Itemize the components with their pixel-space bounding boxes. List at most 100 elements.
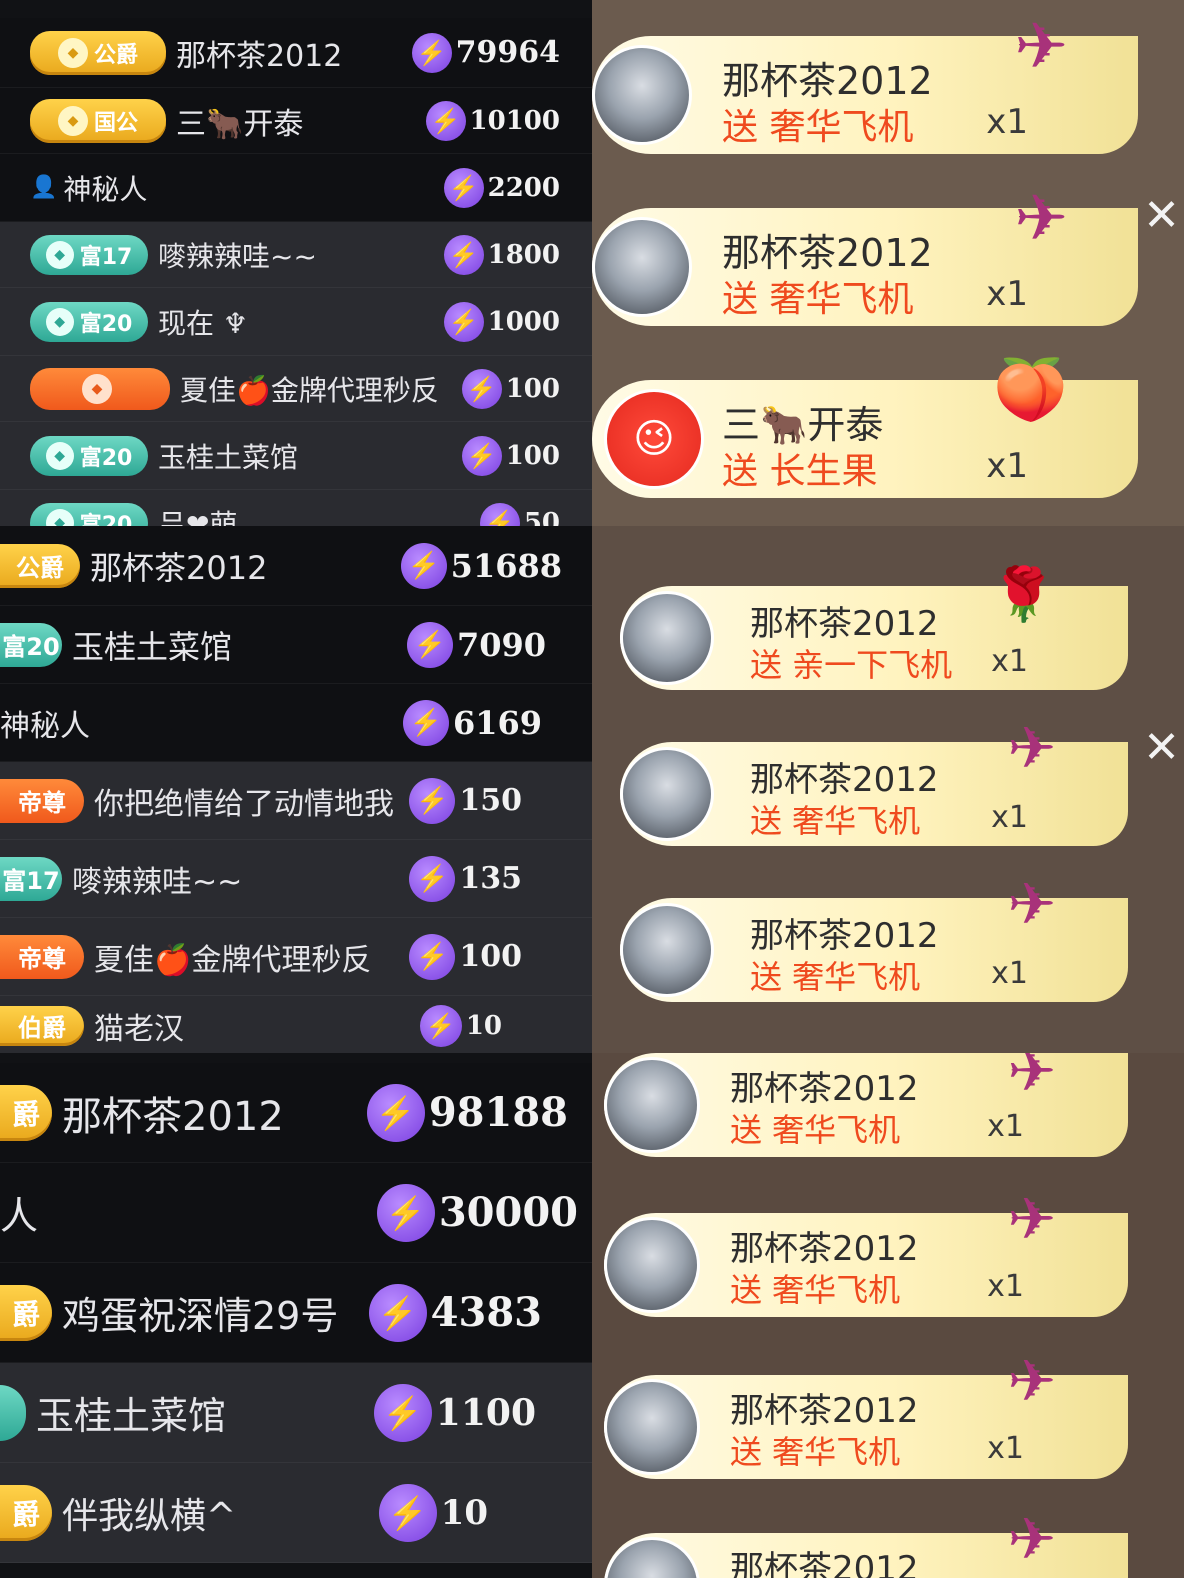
close-icon[interactable]: ✕ — [1143, 722, 1180, 773]
score: ⚡ 100 — [461, 435, 560, 476]
plane-icon: ✈ — [1014, 10, 1068, 84]
bolt-icon: ⚡ — [400, 542, 447, 589]
user-avatar — [592, 45, 692, 145]
gift-card[interactable]: 那杯茶2012 送 亲一下飞机 🌹 x1 — [620, 565, 1128, 690]
gift-card[interactable]: 那杯茶2012 送 奢华飞机 ✈ x1 — [592, 182, 1138, 326]
score: ⚡ 98188 — [366, 1083, 568, 1142]
gift-quantity: x1 — [987, 1109, 1024, 1144]
leaderboard-row[interactable]: ◆ 富17 嘜辣辣哇~~ ⚡ 1800 — [0, 222, 592, 288]
gift-card[interactable]: 那杯茶2012 送 奢华飞机 ✈ x1 — [620, 714, 1128, 846]
peach-fruit-icon: 🍑 — [993, 355, 1068, 425]
leaderboard-row[interactable]: 伯爵 猫老汉 ⚡ 10 — [0, 996, 592, 1053]
user-avatar — [620, 747, 714, 841]
user-name: 吕❤萌 — [158, 507, 238, 527]
user-name: 你把绝情给了动情地我 — [94, 786, 394, 822]
user-avatar — [604, 1217, 700, 1313]
leaderboard-row[interactable]: 帝尊 你把绝情给了动情地我 ⚡ 150 — [0, 762, 592, 840]
gift-text: 送 长生果 — [722, 451, 878, 492]
leaderboard-row[interactable]: ◆ 富20 吕❤萌 ⚡ 50 — [0, 490, 592, 526]
score: ⚡ 1800 — [443, 234, 560, 275]
leaderboard-panel-1: ◆ 公爵 那杯茶2012 ⚡ 79964 ◆ 国公 三🐂开泰 ⚡ 10100 👤 神秘人… — [0, 0, 592, 526]
user-name: 嘜辣辣哇~~ — [72, 864, 243, 900]
leaderboard-row[interactable]: 富20 玉桂土菜馆 ⚡ 7090 — [0, 606, 592, 684]
leaderboard-row[interactable]: 人 ⚡ 30000 — [0, 1163, 592, 1263]
leaderboard-row[interactable]: ◆ 富20 现在 ♆ ⚡ 1000 — [0, 288, 592, 356]
leaderboard-row[interactable]: ◆ 公爵 那杯茶2012 ⚡ 79964 — [0, 18, 592, 88]
leaderboard-row[interactable]: 富17 嘜辣辣哇~~ ⚡ 135 — [0, 840, 592, 918]
bolt-icon: ⚡ — [479, 502, 520, 526]
user-avatar — [620, 903, 714, 997]
user-name: 玉桂土菜馆 — [158, 440, 299, 474]
gift-text: 送 奢华飞机 — [750, 958, 921, 996]
gift-sender-name: 三🐂开泰 — [722, 403, 884, 447]
gift-sender-name: 那杯茶2012 — [730, 1549, 919, 1578]
user-name: 鸡蛋祝深情29号 — [62, 1294, 339, 1338]
user-avatar — [604, 1537, 700, 1578]
gift-text: 送 奢华飞机 — [722, 107, 914, 148]
rank-badge: 帝尊 — [0, 778, 84, 823]
gem-icon: ◆ — [82, 373, 112, 404]
score: ⚡ 79964 — [411, 32, 560, 73]
user-name: 神秘人 — [63, 172, 148, 206]
gift-card[interactable]: 那杯茶2012 送 奢华飞机 ✈ x1 — [604, 1053, 1128, 1157]
gift-card[interactable]: 那杯茶2012 送 奢华飞机 ✈ x1 — [604, 1347, 1128, 1479]
score: ⚡ 10 — [378, 1483, 488, 1542]
gift-card[interactable]: 那杯茶2012 送 奢华飞机 ✈ x1 — [592, 10, 1138, 154]
gift-text: 送 奢华飞机 — [722, 279, 914, 320]
gift-sender-name: 那杯茶2012 — [722, 231, 933, 275]
leaderboard-row[interactable]: ◆ 夏佳🍎金牌代理秒反 ⚡ 100 — [0, 356, 592, 422]
gift-card[interactable]: 那杯茶2012 送 奢华飞机 ✈ x1 — [604, 1185, 1128, 1317]
leaderboard-row[interactable]: 帝尊 夏佳🍎金牌代理秒反 ⚡ 100 — [0, 918, 592, 996]
rank-badge: 富17 — [0, 856, 62, 901]
gift-card[interactable]: 😉 三🐂开泰 送 长生果 🍑 x1 — [592, 355, 1138, 498]
score: ⚡ 150 — [409, 777, 522, 824]
gift-quantity: x1 — [986, 274, 1028, 314]
bolt-icon: ⚡ — [409, 855, 456, 902]
leaderboard-row[interactable]: 玉桂土菜馆 ⚡ 1100 — [0, 1363, 592, 1463]
bolt-icon: ⚡ — [376, 1183, 435, 1242]
bolt-icon: ⚡ — [443, 167, 484, 208]
user-name: 现在 ♆ — [158, 306, 249, 340]
leaderboard-row[interactable]: 神秘人 ⚡ 6169 — [0, 684, 592, 762]
leaderboard-row[interactable]: 爵 鸡蛋祝深情29号 ⚡ 4383 — [0, 1263, 592, 1363]
gift-quantity: x1 — [987, 1269, 1024, 1304]
score: ⚡ 2200 — [443, 167, 560, 208]
leaderboard-row[interactable]: 👤 神秘人 ⚡ 2200 — [0, 154, 592, 222]
leaderboard-row[interactable]: ◆ 国公 三🐂开泰 ⚡ 10100 — [0, 88, 592, 154]
gem-icon: ◆ — [45, 307, 74, 336]
rank-badge: 爵 — [0, 1284, 52, 1341]
plane-icon: ✈ — [1007, 1505, 1056, 1573]
bolt-icon: ⚡ — [425, 100, 466, 141]
gift-sender-name: 那杯茶2012 — [730, 1069, 919, 1109]
score: ⚡ 51688 — [400, 542, 562, 589]
score: ⚡ 4383 — [368, 1283, 542, 1342]
leaderboard-row[interactable]: 公爵 那杯茶2012 ⚡ 51688 — [0, 526, 592, 606]
gem-icon: ◆ — [57, 105, 88, 136]
rank-badge: ◆ 公爵 — [30, 30, 166, 75]
rank-badge: 爵 — [0, 1084, 52, 1141]
gift-card[interactable]: 那杯茶2012 ✈ — [604, 1505, 1128, 1578]
bolt-icon: ⚡ — [411, 32, 452, 73]
bolt-icon: ⚡ — [443, 301, 484, 342]
leaderboard-row[interactable]: ◆ 富20 玉桂土菜馆 ⚡ 100 — [0, 422, 592, 490]
bolt-icon: ⚡ — [378, 1483, 437, 1542]
bolt-icon: ⚡ — [443, 234, 484, 275]
gift-sender-name: 那杯茶2012 — [750, 916, 939, 956]
close-icon[interactable]: ✕ — [1143, 190, 1180, 241]
leaderboard-panel-2: 公爵 那杯茶2012 ⚡ 51688 富20 玉桂土菜馆 ⚡ 7090 神秘人 ⚡ 6… — [0, 526, 592, 1053]
score: ⚡ 10100 — [425, 100, 560, 141]
gift-text: 送 奢华飞机 — [730, 1111, 901, 1149]
gem-icon: ◆ — [57, 37, 88, 68]
gift-card[interactable]: 那杯茶2012 送 奢华飞机 ✈ x1 — [620, 870, 1128, 1002]
rank-badge: 富20 — [0, 622, 62, 667]
bolt-icon: ⚡ — [461, 368, 502, 409]
leaderboard-row[interactable]: 爵 伴我纵横^ ⚡ 10 — [0, 1463, 592, 1563]
user-name: 伴我纵横^ — [62, 1495, 237, 1537]
user-name: 人 — [0, 1194, 39, 1238]
leaderboard-panel-3: 爵 那杯茶2012 ⚡ 98188 人 ⚡ 30000 爵 鸡蛋祝深情29号 ⚡ 43… — [0, 1053, 592, 1578]
user-name: 三🐂开泰 — [176, 106, 304, 142]
score: ⚡ 7090 — [406, 621, 546, 668]
leaderboard-row[interactable]: 爵 那杯茶2012 ⚡ 98188 — [0, 1063, 592, 1163]
gift-text: 送 奢华飞机 — [730, 1271, 901, 1309]
gem-icon: ◆ — [45, 240, 74, 269]
